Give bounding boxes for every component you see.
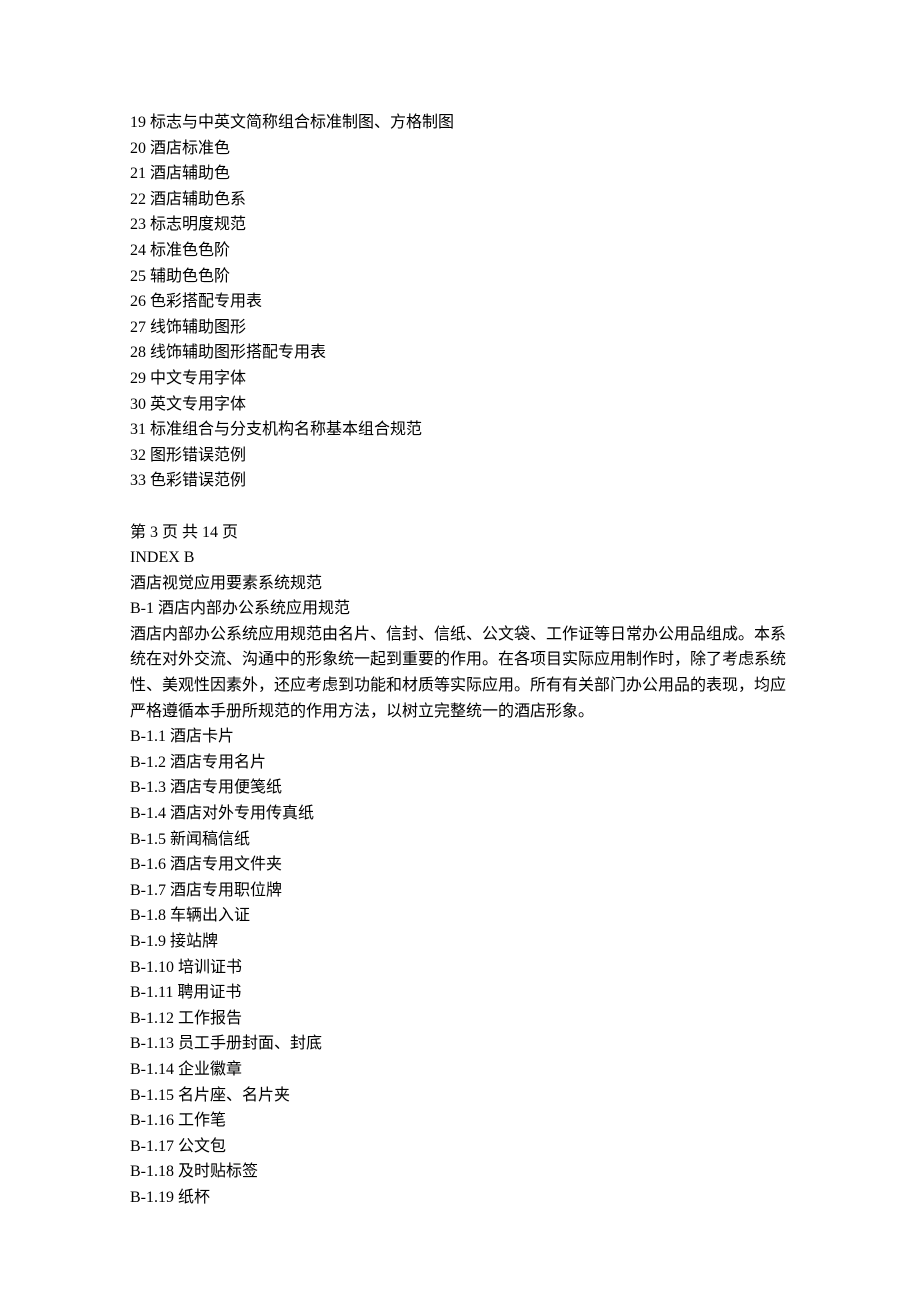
list-item: 19 标志与中英文简称组合标准制图、方格制图 bbox=[130, 110, 790, 136]
list-item: B-1.6 酒店专用文件夹 bbox=[130, 852, 790, 878]
list-item: B-1.19 纸杯 bbox=[130, 1185, 790, 1211]
b1-paragraph: 酒店内部办公系统应用规范由名片、信封、信纸、公文袋、工作证等日常办公用品组成。本… bbox=[130, 622, 790, 724]
list-item: B-1.11 聘用证书 bbox=[130, 980, 790, 1006]
blank-line bbox=[130, 494, 790, 520]
list-item: B-1.4 酒店对外专用传真纸 bbox=[130, 801, 790, 827]
index-b-label: INDEX B bbox=[130, 545, 790, 571]
list-item: 25 辅助色色阶 bbox=[130, 264, 790, 290]
b1-list: B-1.1 酒店卡片B-1.2 酒店专用名片B-1.3 酒店专用便笺纸B-1.4… bbox=[130, 724, 790, 1210]
page-number-line: 第 3 页 共 14 页 bbox=[130, 520, 790, 546]
list-item: B-1.10 培训证书 bbox=[130, 955, 790, 981]
list-item: B-1.15 名片座、名片夹 bbox=[130, 1083, 790, 1109]
numbered-list: 19 标志与中英文简称组合标准制图、方格制图20 酒店标准色21 酒店辅助色22… bbox=[130, 110, 790, 494]
list-item: B-1.5 新闻稿信纸 bbox=[130, 827, 790, 853]
list-item: 32 图形错误范例 bbox=[130, 443, 790, 469]
list-item: B-1.3 酒店专用便笺纸 bbox=[130, 775, 790, 801]
list-item: B-1.2 酒店专用名片 bbox=[130, 750, 790, 776]
list-item: 24 标准色色阶 bbox=[130, 238, 790, 264]
list-item: 26 色彩搭配专用表 bbox=[130, 289, 790, 315]
list-item: B-1.14 企业徽章 bbox=[130, 1057, 790, 1083]
list-item: B-1.1 酒店卡片 bbox=[130, 724, 790, 750]
list-item: 27 线饰辅助图形 bbox=[130, 315, 790, 341]
list-item: 23 标志明度规范 bbox=[130, 212, 790, 238]
list-item: 21 酒店辅助色 bbox=[130, 161, 790, 187]
list-item: B-1.9 接站牌 bbox=[130, 929, 790, 955]
list-item: 28 线饰辅助图形搭配专用表 bbox=[130, 340, 790, 366]
list-item: 20 酒店标准色 bbox=[130, 136, 790, 162]
list-item: 33 色彩错误范例 bbox=[130, 468, 790, 494]
document-page: 19 标志与中英文简称组合标准制图、方格制图20 酒店标准色21 酒店辅助色22… bbox=[0, 0, 920, 1271]
list-item: B-1.18 及时贴标签 bbox=[130, 1159, 790, 1185]
list-item: 29 中文专用字体 bbox=[130, 366, 790, 392]
list-item: B-1.7 酒店专用职位牌 bbox=[130, 878, 790, 904]
b1-heading: B-1 酒店内部办公系统应用规范 bbox=[130, 596, 790, 622]
list-item: B-1.16 工作笔 bbox=[130, 1108, 790, 1134]
list-item: 22 酒店辅助色系 bbox=[130, 187, 790, 213]
list-item: B-1.12 工作报告 bbox=[130, 1006, 790, 1032]
list-item: 31 标准组合与分支机构名称基本组合规范 bbox=[130, 417, 790, 443]
list-item: B-1.13 员工手册封面、封底 bbox=[130, 1031, 790, 1057]
list-item: B-1.17 公文包 bbox=[130, 1134, 790, 1160]
list-item: 30 英文专用字体 bbox=[130, 392, 790, 418]
list-item: B-1.8 车辆出入证 bbox=[130, 903, 790, 929]
index-b-title: 酒店视觉应用要素系统规范 bbox=[130, 571, 790, 597]
